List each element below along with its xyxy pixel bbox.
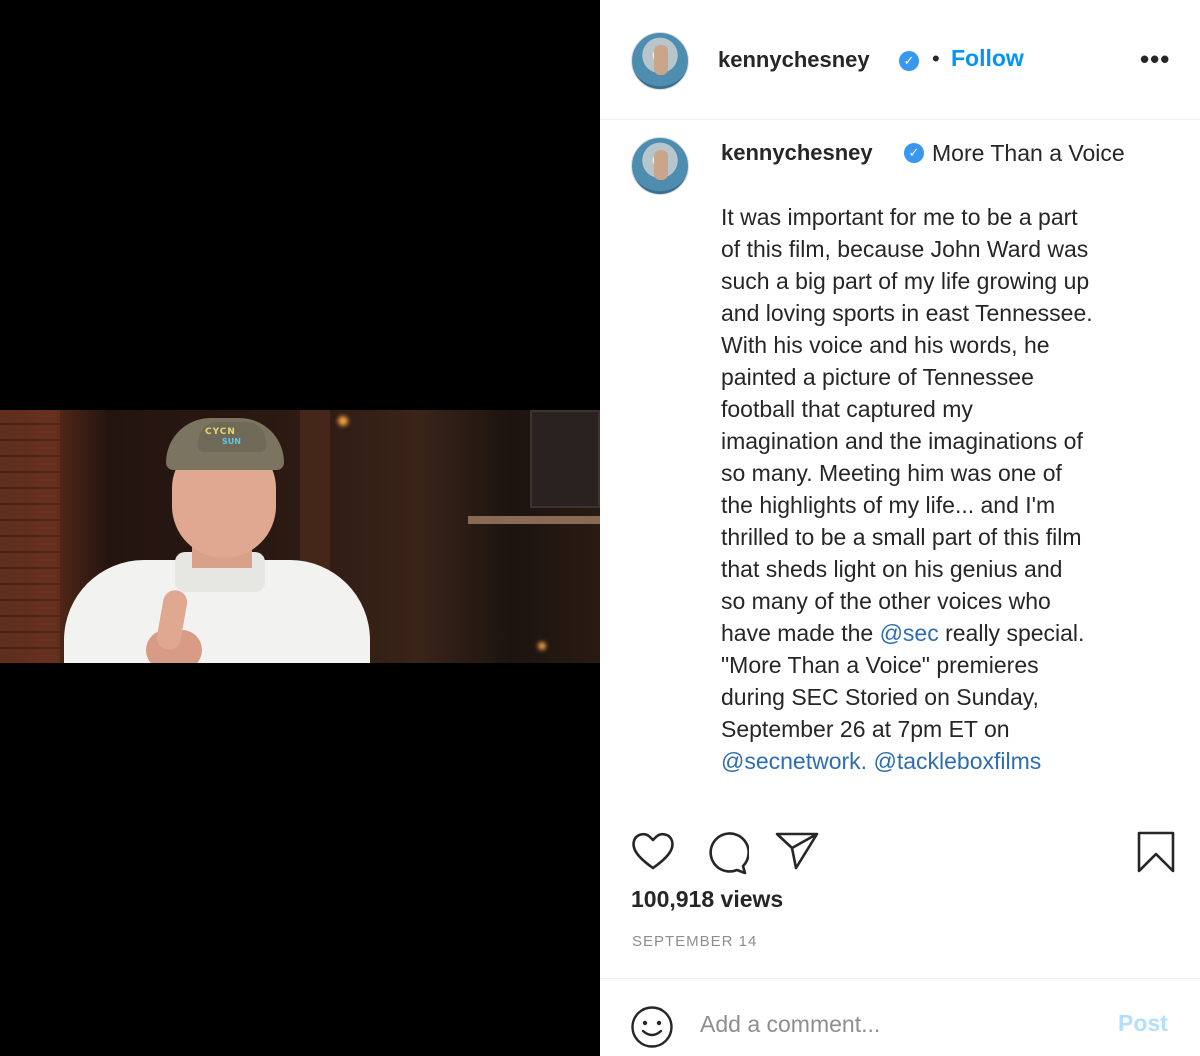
caption-line: @secnetwork. @tackleboxfilms bbox=[721, 745, 1166, 777]
video-player[interactable]: CYCN SUN bbox=[0, 410, 600, 663]
post-details-panel: kennychesney ✓ • Follow ••• kennychesney… bbox=[600, 0, 1200, 1056]
author-username[interactable]: kennychesney bbox=[718, 47, 870, 73]
mention-link-secnetwork[interactable]: @secnetwork. bbox=[721, 748, 867, 774]
video-background-box bbox=[530, 410, 600, 508]
verified-badge-icon: ✓ bbox=[904, 143, 924, 163]
caption-line: It was important for me to be a part bbox=[721, 204, 1078, 230]
caption-line: thrilled to be a small part of this film bbox=[721, 524, 1082, 550]
caption-line: and loving sports in east Tennessee. bbox=[721, 300, 1093, 326]
video-background-shelf bbox=[468, 516, 600, 524]
follow-button[interactable]: Follow bbox=[951, 45, 1024, 72]
caption-line: that sheds light on his genius and bbox=[721, 556, 1063, 582]
caption-title: More Than a Voice bbox=[932, 140, 1125, 166]
video-light bbox=[338, 416, 348, 426]
caption-line: of this film, because John Ward was bbox=[721, 236, 1089, 262]
caption-line: the highlights of my life... and I'm bbox=[721, 492, 1056, 518]
caption-line: football that captured my bbox=[721, 396, 973, 422]
cap-logo-subtext: SUN bbox=[222, 437, 241, 446]
post-comment-button[interactable]: Post bbox=[1118, 1010, 1168, 1037]
caption-author-avatar[interactable] bbox=[631, 137, 689, 195]
smiley-icon[interactable] bbox=[630, 1005, 674, 1054]
post-date[interactable]: SEPTEMBER 14 bbox=[632, 933, 757, 950]
caption-text-segment: really special. bbox=[938, 620, 1085, 646]
caption-line: painted a picture of Tennessee bbox=[721, 364, 1034, 390]
author-avatar[interactable] bbox=[631, 32, 689, 90]
caption-line: September 26 at 7pm ET on bbox=[721, 716, 1010, 742]
cap-logo-text: CYCN bbox=[205, 427, 236, 437]
comment-bubble-icon[interactable] bbox=[703, 830, 750, 881]
caption-line: With his voice and his words, he bbox=[721, 332, 1050, 358]
verified-badge-icon: ✓ bbox=[899, 51, 919, 71]
caption-line: imagination and the imaginations of bbox=[721, 428, 1083, 454]
mention-link-tackleboxfilms[interactable]: @tackleboxfilms bbox=[873, 748, 1041, 774]
comment-input[interactable] bbox=[700, 1007, 1100, 1041]
paper-plane-icon[interactable] bbox=[774, 830, 820, 877]
caption-line: such a big part of my life growing up bbox=[721, 268, 1090, 294]
caption-text-segment: have made the bbox=[721, 620, 880, 646]
post-header: kennychesney ✓ • Follow ••• bbox=[600, 0, 1200, 120]
heart-icon[interactable] bbox=[630, 830, 676, 877]
caption-line: have made the @sec really special. bbox=[721, 617, 1166, 649]
more-options-icon[interactable]: ••• bbox=[1140, 44, 1170, 75]
caption-line: during SEC Storied on Sunday, bbox=[721, 684, 1039, 710]
caption-author-username[interactable]: kennychesney bbox=[721, 140, 873, 166]
caption-line: so many. Meeting him was one of bbox=[721, 460, 1062, 486]
caption-line: so many of the other voices who bbox=[721, 588, 1051, 614]
video-background-brick bbox=[0, 410, 60, 663]
post-actions bbox=[600, 820, 1200, 880]
post-media[interactable]: CYCN SUN bbox=[0, 0, 600, 1056]
video-light bbox=[538, 642, 546, 650]
view-count[interactable]: 100,918 views bbox=[631, 886, 783, 913]
comment-bar: Post bbox=[600, 978, 1200, 1056]
mention-link-sec[interactable]: @sec bbox=[880, 620, 939, 646]
caption-text: It was important for me to be a part of … bbox=[721, 201, 1166, 777]
caption-line: "More Than a Voice" premieres bbox=[721, 652, 1039, 678]
header-separator: • bbox=[932, 46, 940, 71]
bookmark-icon[interactable] bbox=[1136, 830, 1176, 879]
